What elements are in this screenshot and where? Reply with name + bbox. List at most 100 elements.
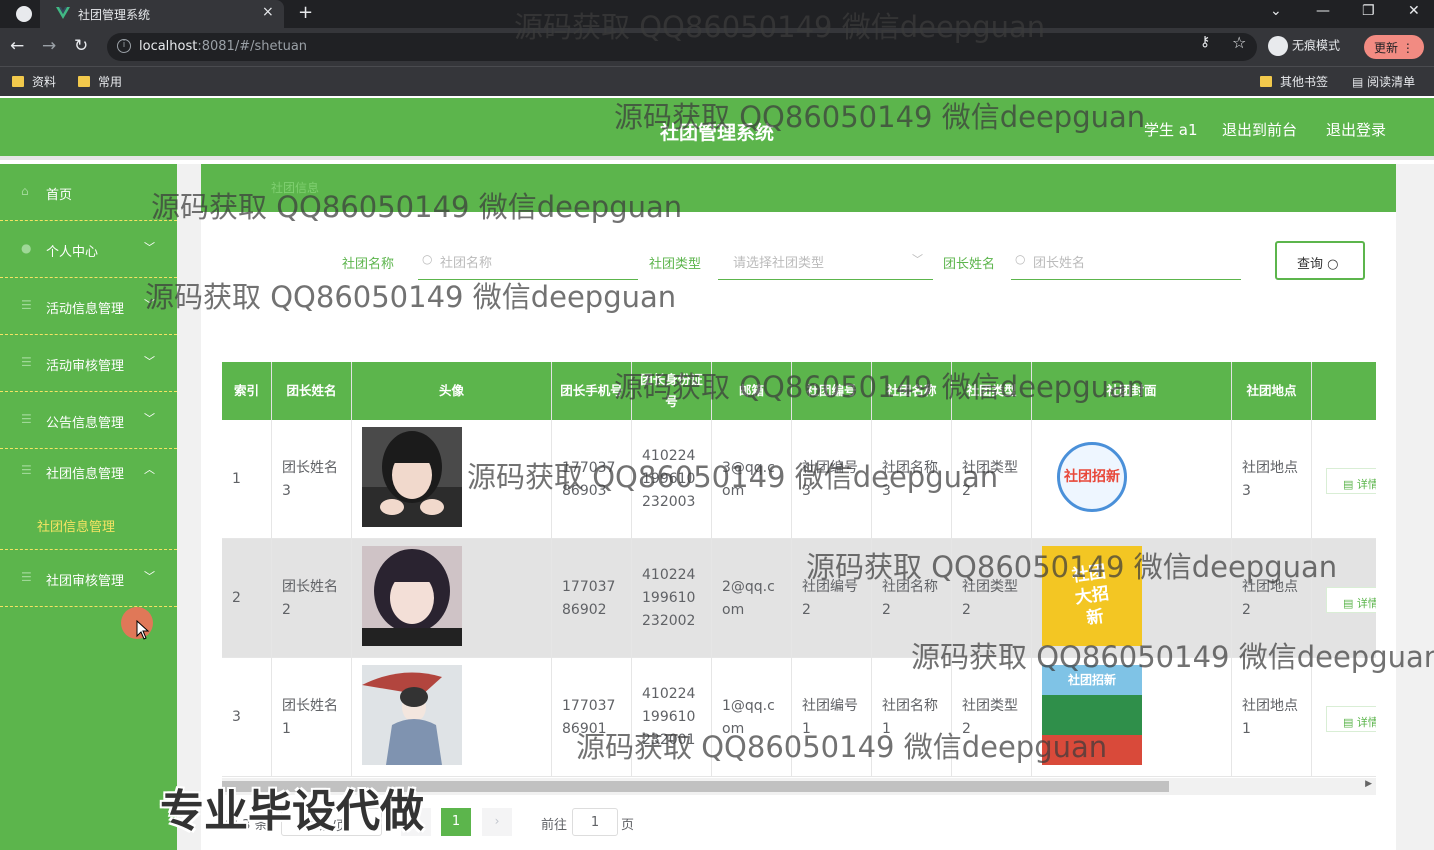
watermark: 源码获取 QQ86050149 微信deepguan (576, 730, 1108, 764)
watermark: 源码获取 QQ86050149 微信deepguan (614, 100, 1146, 134)
sidebar-item-profile[interactable]: ● 个人中心 ﹀ (0, 221, 177, 278)
detail-label: 详情 (1356, 716, 1376, 729)
col-club-place: 社团地点 (1232, 362, 1312, 420)
incognito-icon (1268, 36, 1288, 56)
sidebar-item-club-info[interactable]: ☰ 社团信息管理 ︿ (0, 443, 177, 500)
page-unit-label: 页 (621, 818, 635, 833)
other-bookmarks-label: 其他书签 (1280, 75, 1329, 89)
cell-leader: 团长姓名1 (272, 658, 352, 777)
search-icon: ○ (1015, 252, 1026, 266)
browser-tab[interactable]: 社团管理系统 × (40, 0, 284, 28)
leader-name-label: 团长姓名 (943, 257, 996, 272)
col-actions (1312, 362, 1376, 420)
avatar-image (362, 665, 462, 765)
watermark: 源码获取 QQ86050149 微信deepguan (806, 550, 1338, 584)
reading-list-label: 阅读清单 (1367, 75, 1416, 89)
other-bookmarks[interactable]: 其他书签 (1260, 73, 1328, 90)
vertical-scrollbar[interactable] (1419, 164, 1434, 850)
window-close-icon[interactable]: ✕ (1408, 3, 1420, 19)
club-name-label: 社团名称 (342, 257, 395, 272)
goto-page-input[interactable]: 1 (572, 808, 618, 836)
cell-club-place: 社团地点3 (1232, 420, 1312, 539)
bookmark-folder[interactable]: 常用 (78, 73, 122, 90)
club-type-label: 社团类型 (649, 257, 702, 272)
reading-list-icon: ▤ (1352, 75, 1368, 89)
club-type-placeholder: 请选择社团类型 (733, 256, 825, 271)
bookmark-star-icon[interactable]: ☆ (1232, 33, 1246, 52)
vue-logo-icon (56, 7, 70, 19)
cover-text: 社团招新 (1057, 442, 1127, 512)
logout-link[interactable]: 退出登录 (1326, 119, 1386, 140)
sidebar-item-club-review[interactable]: ☰ 社团审核管理 ﹀ (0, 550, 177, 607)
cell-id-card: 410224199610232002 (632, 539, 712, 658)
document-icon: ▤ (1343, 597, 1357, 610)
folder-icon (78, 76, 90, 87)
document-icon: ▤ (1343, 716, 1357, 729)
watermark: 源码获取 QQ86050149 微信deepguan (145, 280, 677, 314)
query-label: 查询 (1297, 257, 1324, 272)
minimize-icon[interactable]: — (1316, 3, 1330, 19)
reading-list[interactable]: ▤ 阅读清单 (1352, 73, 1415, 90)
watermark: 源码获取 QQ86050149 微信deepguan (151, 190, 683, 224)
sidebar-item-label: 活动信息管理 (46, 302, 125, 317)
bookmark-folder[interactable]: 资料 (12, 73, 56, 90)
sidebar-subitem-club-info[interactable]: 社团信息管理 (0, 500, 177, 550)
col-index: 索引 (222, 362, 272, 420)
watermark: 源码获取 QQ86050149 微信deepguan (911, 640, 1434, 674)
new-tab-button[interactable]: + (298, 2, 313, 23)
detail-button[interactable]: ▤ 详情 (1326, 587, 1376, 613)
cell-club-cover: 社团招新 (1032, 420, 1232, 539)
scroll-right-icon[interactable]: ▶ (1365, 779, 1372, 789)
sidebar-item-label: 活动审核管理 (46, 359, 125, 374)
update-button[interactable]: 更新 ⋮ (1364, 35, 1424, 59)
cell-leader: 团长姓名2 (272, 539, 352, 658)
site-info-icon[interactable]: i (117, 39, 131, 53)
tab-search-icon[interactable]: ⌄ (1270, 3, 1282, 19)
chevron-down-icon: ﹀ (144, 570, 155, 583)
back-icon[interactable]: ← (10, 36, 24, 56)
leader-name-input[interactable]: ○ 团长姓名 (1011, 242, 1241, 280)
home-icon: ⌂ (21, 184, 29, 198)
folder-icon (12, 76, 24, 87)
screen: { "browser": { "tab_title": "社团管理系统", "t… (0, 0, 1434, 850)
bookmark-label: 常用 (98, 75, 123, 89)
sidebar-item-label: 社团信息管理 (46, 467, 125, 482)
club-type-select[interactable]: 请选择社团类型 ﹀ (718, 242, 933, 280)
menu-icon: ☰ (21, 298, 32, 312)
col-avatar: 头像 (352, 362, 552, 420)
menu-icon: ☰ (21, 412, 32, 426)
query-button[interactable]: 查询 ○ (1275, 241, 1365, 280)
forward-icon[interactable]: → (42, 36, 56, 56)
back-to-front-link[interactable]: 退出到前台 (1222, 119, 1297, 140)
watermark: 源码获取 QQ86050149 微信deepguan (514, 10, 1046, 44)
sidebar-item-activity-review[interactable]: ☰ 活动审核管理 ﹀ (0, 335, 177, 392)
detail-button[interactable]: ▤ 详情 (1326, 706, 1376, 732)
detail-button[interactable]: ▤ 详情 (1326, 468, 1376, 494)
browser-menu-icon[interactable] (16, 6, 32, 22)
url-path: :8081/#/shetuan (197, 39, 308, 54)
club-name-placeholder: 社团名称 (440, 256, 493, 271)
avatar-image (362, 427, 462, 527)
url-host: localhost (139, 39, 198, 54)
cell-index: 1 (222, 420, 272, 539)
user-icon: ● (21, 241, 32, 255)
next-page-button[interactable]: › (482, 808, 512, 836)
cell-leader: 团长姓名3 (272, 420, 352, 539)
restore-icon[interactable]: ❐ (1362, 3, 1375, 19)
watermark: 源码获取 QQ86050149 微信deepguan (467, 460, 999, 494)
cell-phone: 17703786902 (552, 539, 632, 658)
current-page[interactable]: 1 (441, 808, 471, 836)
document-icon: ▤ (1343, 478, 1357, 491)
col-leader: 团长姓名 (272, 362, 352, 420)
sidebar-item-label: 社团审核管理 (46, 574, 125, 589)
reload-icon[interactable]: ↻ (74, 36, 88, 56)
key-icon[interactable]: ⚷ (1200, 34, 1210, 50)
detail-label: 详情 (1356, 597, 1376, 610)
sidebar-item-notice[interactable]: ☰ 公告信息管理 ﹀ (0, 392, 177, 449)
user-name: 学生 a1 (1144, 121, 1198, 139)
goto-label: 前往 (541, 818, 568, 833)
incognito-indicator[interactable]: 无痕模式 (1268, 36, 1340, 56)
close-tab-icon[interactable]: × (262, 4, 274, 20)
cell-email: 2@qq.com (712, 539, 792, 658)
cell-index: 3 (222, 658, 272, 777)
